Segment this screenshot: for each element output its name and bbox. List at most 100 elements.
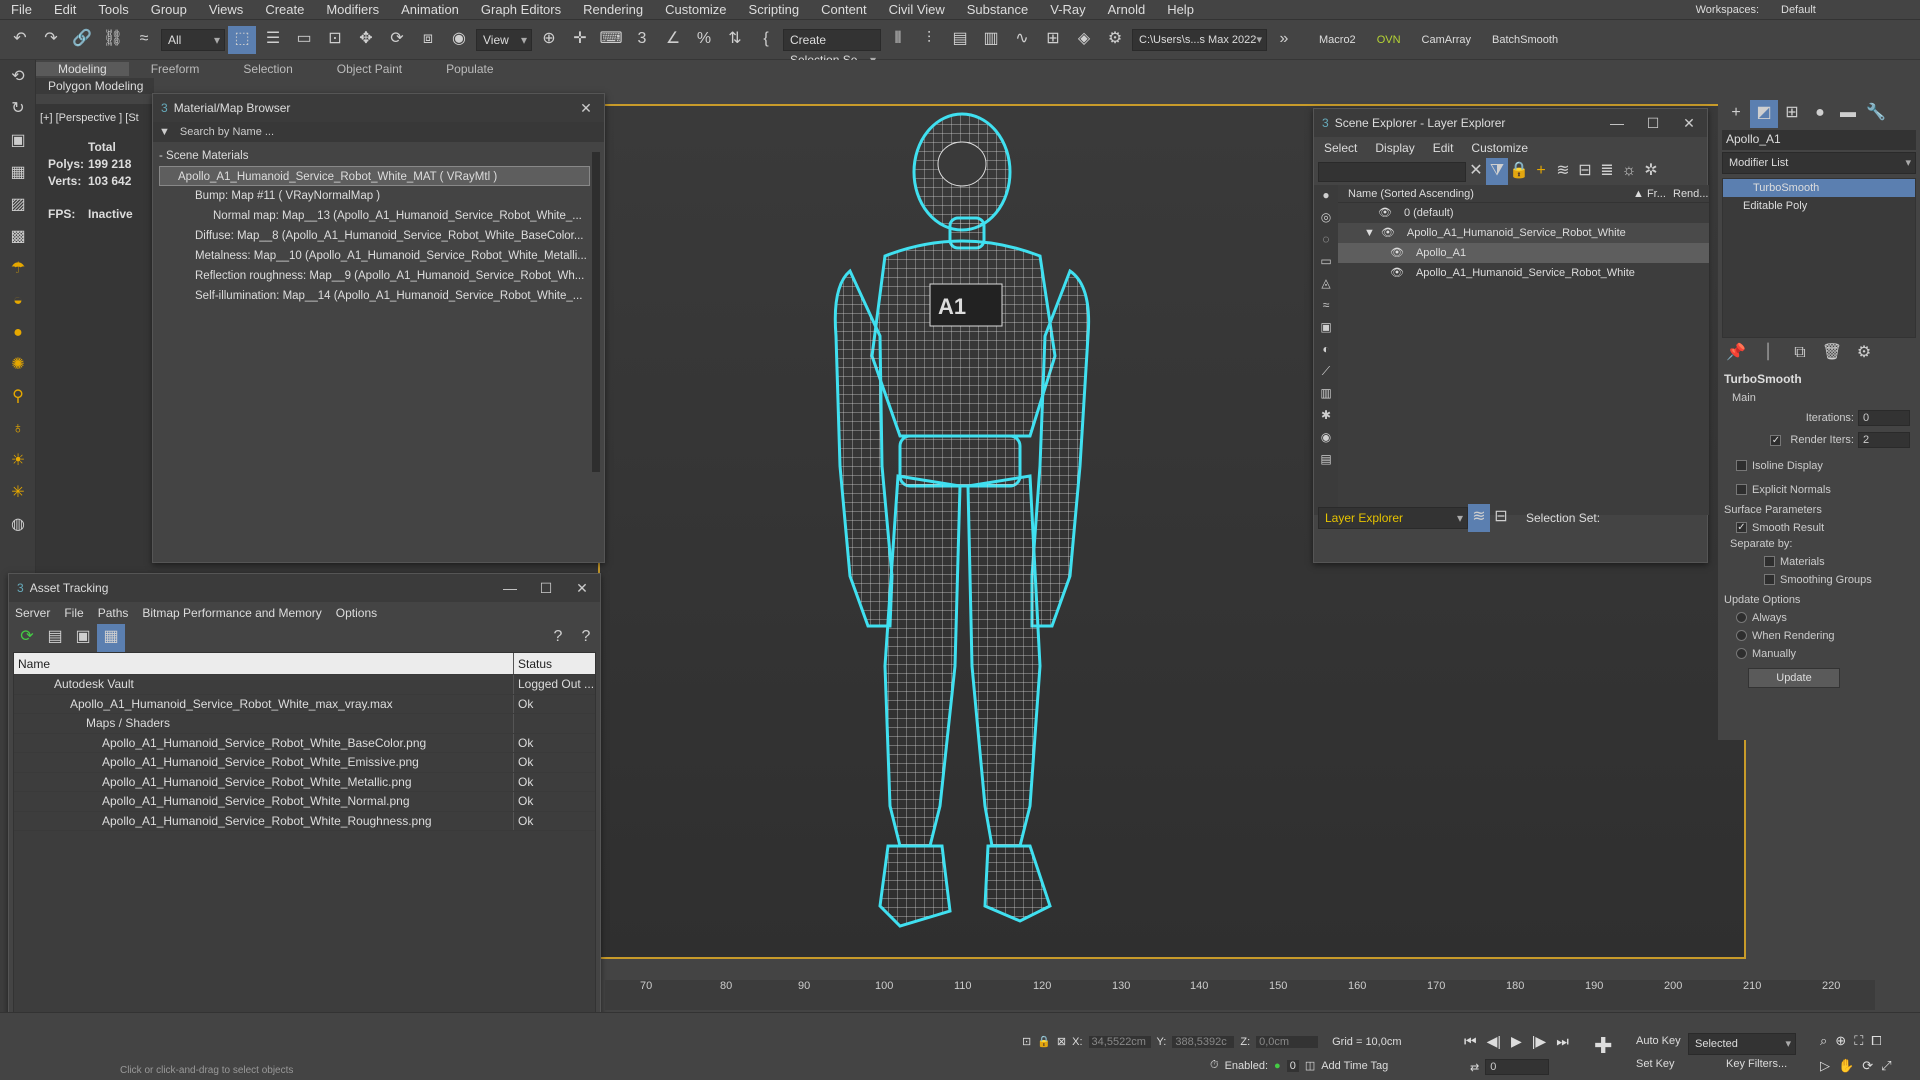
table-row[interactable]: Apollo_A1_Humanoid_Service_Robot_White_m… bbox=[14, 694, 595, 714]
fov-icon[interactable]: ▷ bbox=[1820, 1058, 1830, 1074]
unlink-icon[interactable]: ⛓ bbox=[99, 26, 127, 54]
table-row[interactable]: Apollo_A1_Humanoid_Service_Robot_White_B… bbox=[14, 733, 595, 753]
tab-object-paint[interactable]: Object Paint bbox=[315, 62, 424, 76]
batchsmooth-button[interactable]: BatchSmooth bbox=[1492, 34, 1558, 46]
settings-icon[interactable]: ✲ bbox=[1640, 158, 1662, 186]
set-key-button[interactable]: Set Key bbox=[1636, 1058, 1675, 1070]
modifier-editable-poly[interactable]: Editable Poly bbox=[1723, 197, 1915, 215]
edit-named-selection-icon[interactable]: { bbox=[752, 26, 780, 54]
selection-filter-dropdown[interactable]: All bbox=[161, 28, 225, 51]
map-item[interactable]: Self-illumination: Map__14 (Apollo_A1_Hu… bbox=[159, 286, 590, 306]
reference-coord-dropdown[interactable]: View bbox=[476, 28, 532, 51]
always-radio[interactable] bbox=[1736, 612, 1747, 624]
enabled-dot-icon[interactable]: ● bbox=[1274, 1060, 1281, 1072]
ovn-button[interactable]: OVN bbox=[1377, 34, 1401, 46]
layer-row[interactable]: 👁 0 (default) bbox=[1338, 203, 1709, 223]
col-frozen[interactable]: ▲ Fr... bbox=[1633, 185, 1673, 202]
smooth-result-checkbox[interactable]: ✓ bbox=[1736, 522, 1747, 534]
light-icon[interactable]: ☂ bbox=[4, 256, 32, 284]
table-view-icon[interactable]: ▦ bbox=[97, 624, 125, 652]
sun-icon[interactable]: ☀ bbox=[4, 448, 32, 476]
modifier-list-dropdown[interactable]: Modifier List bbox=[1722, 152, 1916, 174]
menu-modifiers[interactable]: Modifiers bbox=[315, 2, 390, 17]
rotate-icon[interactable]: ⟳ bbox=[383, 26, 411, 54]
iterations-spinner[interactable]: 0 bbox=[1858, 410, 1910, 426]
project-path-dropdown[interactable]: C:\Users\s...s Max 2022 bbox=[1132, 28, 1267, 51]
key-mode-icon[interactable]: ⇄ bbox=[1470, 1061, 1479, 1074]
snap-3d-icon[interactable]: 3 bbox=[628, 26, 656, 54]
link-icon[interactable]: 🔗 bbox=[68, 26, 96, 54]
display-bones-icon[interactable]: ⟋ bbox=[1314, 361, 1338, 383]
scale-icon[interactable]: ⧈ bbox=[414, 26, 442, 54]
map-item[interactable]: Metalness: Map__10 (Apollo_A1_Humanoid_S… bbox=[159, 246, 590, 266]
display-warps-icon[interactable]: ≈ bbox=[1314, 295, 1338, 317]
y-coord-field[interactable]: 388,5392c bbox=[1172, 1035, 1235, 1048]
key-filters-button[interactable]: Key Filters... bbox=[1726, 1058, 1787, 1070]
menu-customize[interactable]: Customize bbox=[654, 2, 737, 17]
key-selection-dropdown[interactable]: Selected bbox=[1688, 1033, 1796, 1055]
scene-icon[interactable]: ▣ bbox=[4, 128, 32, 156]
menu-paths[interactable]: Paths bbox=[98, 606, 129, 620]
table-row[interactable]: Maps / Shaders bbox=[14, 714, 595, 734]
manually-radio[interactable] bbox=[1736, 648, 1747, 660]
make-unique-icon[interactable]: ⧉ bbox=[1786, 340, 1814, 368]
selection-lock-icon[interactable]: ⊡ bbox=[1022, 1035, 1031, 1048]
layer-row[interactable]: ▼ 👁 Apollo_A1_Humanoid_Service_Robot_White bbox=[1338, 223, 1709, 243]
close-icon[interactable]: ✕ bbox=[1671, 115, 1707, 132]
time-tag-icon[interactable]: ⏱ bbox=[1210, 1059, 1219, 1072]
maximize-icon[interactable]: ☐ bbox=[1635, 115, 1671, 132]
filter-icon[interactable]: ⧩ bbox=[1486, 158, 1508, 186]
bind-space-warp-icon[interactable]: ≈ bbox=[130, 26, 158, 54]
film-icon[interactable]: ▩ bbox=[4, 224, 32, 252]
layer-explorer-dropdown[interactable]: Layer Explorer bbox=[1318, 507, 1468, 529]
menu-group[interactable]: Group bbox=[140, 2, 198, 17]
render-iters-checkbox[interactable]: ✓ bbox=[1770, 434, 1782, 446]
table-row[interactable]: Autodesk Vault Logged Out ... bbox=[14, 675, 595, 695]
object-row[interactable]: 👁 Apollo_A1 bbox=[1338, 243, 1709, 263]
current-frame-spinner[interactable]: 0 bbox=[1485, 1059, 1550, 1075]
mirror-icon[interactable]: ⫴ bbox=[884, 26, 912, 54]
zoom-all-icon[interactable]: ⊕ bbox=[1835, 1033, 1846, 1049]
gear-light-icon[interactable]: ✺ bbox=[4, 352, 32, 380]
display-cameras-icon[interactable]: ▭ bbox=[1314, 251, 1338, 273]
menu-animation[interactable]: Animation bbox=[390, 2, 470, 17]
align-icon[interactable]: ⫶ bbox=[915, 26, 943, 54]
chevron-down-icon[interactable]: ▼ bbox=[159, 126, 170, 138]
keyboard-shortcut-icon[interactable]: ⌨ bbox=[597, 26, 625, 54]
spot-icon[interactable]: ⚲ bbox=[4, 384, 32, 412]
display-visible-icon[interactable]: ◉ bbox=[1314, 427, 1338, 449]
more-icon[interactable]: » bbox=[1270, 26, 1298, 54]
x-coord-field[interactable]: 34,5522cm bbox=[1088, 1035, 1151, 1048]
show-end-result-icon[interactable]: ⏐ bbox=[1754, 340, 1782, 368]
eye-icon[interactable]: 👁 bbox=[1390, 247, 1404, 259]
lock-icon[interactable]: 🔒 bbox=[1508, 158, 1530, 186]
object-row[interactable]: 👁 Apollo_A1_Humanoid_Service_Robot_White bbox=[1338, 263, 1709, 283]
clear-icon[interactable]: ✕ bbox=[1466, 158, 1486, 186]
menu-vray[interactable]: V-Ray bbox=[1039, 2, 1096, 17]
timeline-ruler[interactable]: 70 80 90 100 110 120 130 140 150 160 170… bbox=[605, 980, 1875, 1010]
col-name-sorted[interactable]: Name (Sorted Ascending) bbox=[1338, 185, 1633, 202]
maximize-viewport-icon[interactable]: ⤢ bbox=[1881, 1058, 1891, 1074]
scrollbar[interactable] bbox=[592, 152, 600, 472]
menu-select[interactable]: Select bbox=[1324, 141, 1357, 155]
map-item[interactable]: Normal map: Map__13 (Apollo_A1_Humanoid_… bbox=[159, 206, 590, 226]
display-particles-icon[interactable]: ✱ bbox=[1314, 405, 1338, 427]
list-icon[interactable]: ▤ bbox=[41, 624, 69, 652]
add-time-tag-label[interactable]: Add Time Tag bbox=[1321, 1060, 1388, 1072]
camarray-button[interactable]: CamArray bbox=[1422, 34, 1472, 46]
viewport-label[interactable]: [+] [Perspective ] [St bbox=[40, 112, 139, 124]
minimize-icon[interactable]: — bbox=[492, 580, 528, 596]
menu-options[interactable]: Options bbox=[336, 606, 377, 620]
prev-frame-icon[interactable]: ◀| bbox=[1487, 1033, 1501, 1050]
close-icon[interactable]: ✕ bbox=[568, 100, 604, 117]
eye-icon[interactable]: 👁 bbox=[1390, 267, 1404, 279]
tab-selection[interactable]: Selection bbox=[221, 62, 314, 76]
angle-snap-icon[interactable]: ∠ bbox=[659, 26, 687, 54]
create-tab-icon[interactable]: + bbox=[1722, 100, 1750, 128]
omni-icon[interactable]: ♁ bbox=[4, 416, 32, 444]
when-rendering-radio[interactable] bbox=[1736, 630, 1747, 642]
motion-tab-icon[interactable]: ● bbox=[1806, 100, 1834, 128]
scene-explorer-titlebar[interactable]: 3 Scene Explorer - Layer Explorer — ☐ ✕ bbox=[1314, 109, 1707, 137]
menu-arnold[interactable]: Arnold bbox=[1097, 2, 1157, 17]
select-manipulate-icon[interactable]: ✛ bbox=[566, 26, 594, 54]
